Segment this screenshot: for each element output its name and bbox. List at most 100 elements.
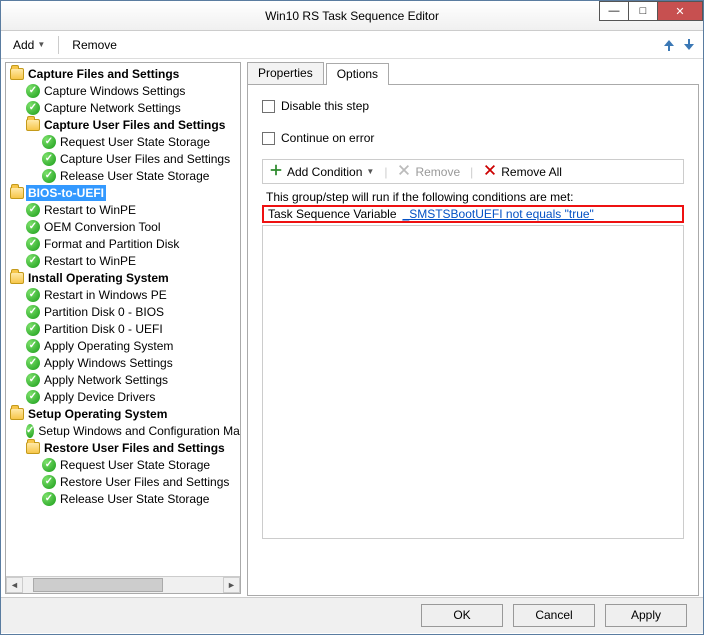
right-pane: Properties Options Disable this step Con… [247, 62, 699, 594]
tree-group[interactable]: Capture User Files and Settings [26, 117, 240, 133]
tree-step[interactable]: ✓Apply Network Settings [26, 372, 240, 388]
close-button[interactable]: ✕ [657, 1, 703, 21]
tab-properties[interactable]: Properties [247, 62, 324, 84]
scroll-right-button[interactable]: ► [223, 577, 240, 593]
check-icon: ✓ [26, 203, 40, 217]
move-down-icon[interactable] [681, 37, 697, 53]
tree-node-label: Setup Operating System [26, 406, 169, 422]
check-icon: ✓ [26, 390, 40, 404]
scroll-thumb[interactable] [33, 578, 163, 592]
tree-step[interactable]: ✓Partition Disk 0 - UEFI [26, 321, 240, 337]
tree-node-label: Release User State Storage [58, 491, 211, 507]
scroll-left-button[interactable]: ◄ [6, 577, 23, 593]
tree-step[interactable]: ✓Setup Windows and Configuration Manager [26, 423, 240, 439]
horizontal-scrollbar[interactable]: ◄ ► [6, 576, 240, 593]
check-icon: ✓ [26, 322, 40, 336]
tree-node-label: Apply Windows Settings [42, 355, 175, 371]
folder-icon [26, 119, 40, 131]
add-label: Add [13, 38, 34, 52]
tree-pane: Capture Files and Settings✓Capture Windo… [5, 62, 241, 594]
window-title: Win10 RS Task Sequence Editor [1, 9, 703, 23]
scroll-track[interactable] [23, 577, 223, 593]
add-condition-menu[interactable]: Add Condition ▼ [269, 163, 374, 180]
disable-step-label: Disable this step [281, 99, 369, 113]
check-icon: ✓ [26, 237, 40, 251]
move-up-icon[interactable] [661, 37, 677, 53]
remove-label: Remove [72, 38, 117, 52]
tree-step[interactable]: ✓Release User State Storage [42, 491, 240, 507]
tree-group[interactable]: Setup Operating System [10, 406, 240, 422]
disable-step-checkbox[interactable] [262, 100, 275, 113]
add-condition-label: Add Condition [287, 165, 362, 179]
apply-button[interactable]: Apply [605, 604, 687, 627]
remove-all-label: Remove All [501, 165, 562, 179]
add-menu[interactable]: Add ▼ [7, 36, 51, 54]
separator: | [384, 165, 387, 179]
options-panel: Disable this step Continue on error Add … [247, 84, 699, 596]
remove-button[interactable]: Remove [66, 36, 123, 54]
check-icon: ✓ [26, 288, 40, 302]
tree-node-label: Restart to WinPE [42, 202, 138, 218]
condition-type-label: Task Sequence Variable [268, 207, 397, 221]
tree-step[interactable]: ✓Capture Network Settings [26, 100, 240, 116]
tree-step[interactable]: ✓Restart to WinPE [26, 253, 240, 269]
tree-node-label: OEM Conversion Tool [42, 219, 163, 235]
remove-all-button[interactable]: Remove All [483, 163, 562, 180]
tree-step[interactable]: ✓Request User State Storage [42, 457, 240, 473]
dialog-footer: OK Cancel Apply [1, 597, 703, 633]
tree-node-label: Format and Partition Disk [42, 236, 181, 252]
folder-icon [10, 408, 24, 420]
maximize-button[interactable]: □ [628, 1, 658, 21]
tree-group[interactable]: Restore User Files and Settings [26, 440, 240, 456]
tree-node-label: Capture User Files and Settings [58, 151, 232, 167]
tree-node-label: BIOS-to-UEFI [26, 185, 106, 201]
tree-step[interactable]: ✓Apply Operating System [26, 338, 240, 354]
tree-node-label: Apply Operating System [42, 338, 175, 354]
condition-row[interactable]: Task Sequence Variable _SMSTSBootUEFI no… [262, 205, 684, 223]
tree-step[interactable]: ✓Format and Partition Disk [26, 236, 240, 252]
check-icon: ✓ [26, 254, 40, 268]
tree-step[interactable]: ✓Capture Windows Settings [26, 83, 240, 99]
continue-on-error-checkbox[interactable] [262, 132, 275, 145]
x-icon [483, 163, 497, 180]
check-icon: ✓ [26, 305, 40, 319]
tree-node-label: Install Operating System [26, 270, 171, 286]
tree-group[interactable]: Capture Files and Settings [10, 66, 240, 82]
tree-node-label: Restart to WinPE [42, 253, 138, 269]
tree-node-label: Capture Files and Settings [26, 66, 181, 82]
ok-button[interactable]: OK [421, 604, 503, 627]
minimize-button[interactable]: — [599, 1, 629, 21]
cancel-button[interactable]: Cancel [513, 604, 595, 627]
tree-node-label: Restart in Windows PE [42, 287, 169, 303]
remove-condition-button[interactable]: Remove [397, 163, 460, 180]
folder-icon [10, 272, 24, 284]
condition-value-link[interactable]: _SMSTSBootUEFI not equals "true" [403, 207, 594, 221]
tree-node-label: Release User State Storage [58, 168, 211, 184]
check-icon: ✓ [26, 101, 40, 115]
tree-step[interactable]: ✓Apply Windows Settings [26, 355, 240, 371]
tree-node-label: Request User State Storage [58, 457, 212, 473]
chevron-down-icon: ▼ [37, 40, 45, 49]
check-icon: ✓ [26, 339, 40, 353]
tree-node-label: Apply Network Settings [42, 372, 170, 388]
tree-group[interactable]: Install Operating System [10, 270, 240, 286]
separator: | [470, 165, 473, 179]
separator [58, 36, 59, 54]
remove-condition-label: Remove [415, 165, 460, 179]
tree-step[interactable]: ✓Restart to WinPE [26, 202, 240, 218]
tree-step[interactable]: ✓Release User State Storage [42, 168, 240, 184]
tree-node-label: Restore User Files and Settings [58, 474, 231, 490]
check-icon: ✓ [42, 169, 56, 183]
tree-step[interactable]: ✓Partition Disk 0 - BIOS [26, 304, 240, 320]
tree-group[interactable]: BIOS-to-UEFI [10, 185, 240, 201]
task-sequence-tree[interactable]: Capture Files and Settings✓Capture Windo… [6, 63, 240, 576]
tree-step[interactable]: ✓Restore User Files and Settings [42, 474, 240, 490]
tree-step[interactable]: ✓Request User State Storage [42, 134, 240, 150]
tab-options[interactable]: Options [326, 63, 389, 85]
x-icon [397, 163, 411, 180]
tree-step[interactable]: ✓Apply Device Drivers [26, 389, 240, 405]
tree-step[interactable]: ✓OEM Conversion Tool [26, 219, 240, 235]
tree-step[interactable]: ✓Restart in Windows PE [26, 287, 240, 303]
condition-list-area[interactable] [262, 225, 684, 539]
tree-step[interactable]: ✓Capture User Files and Settings [42, 151, 240, 167]
